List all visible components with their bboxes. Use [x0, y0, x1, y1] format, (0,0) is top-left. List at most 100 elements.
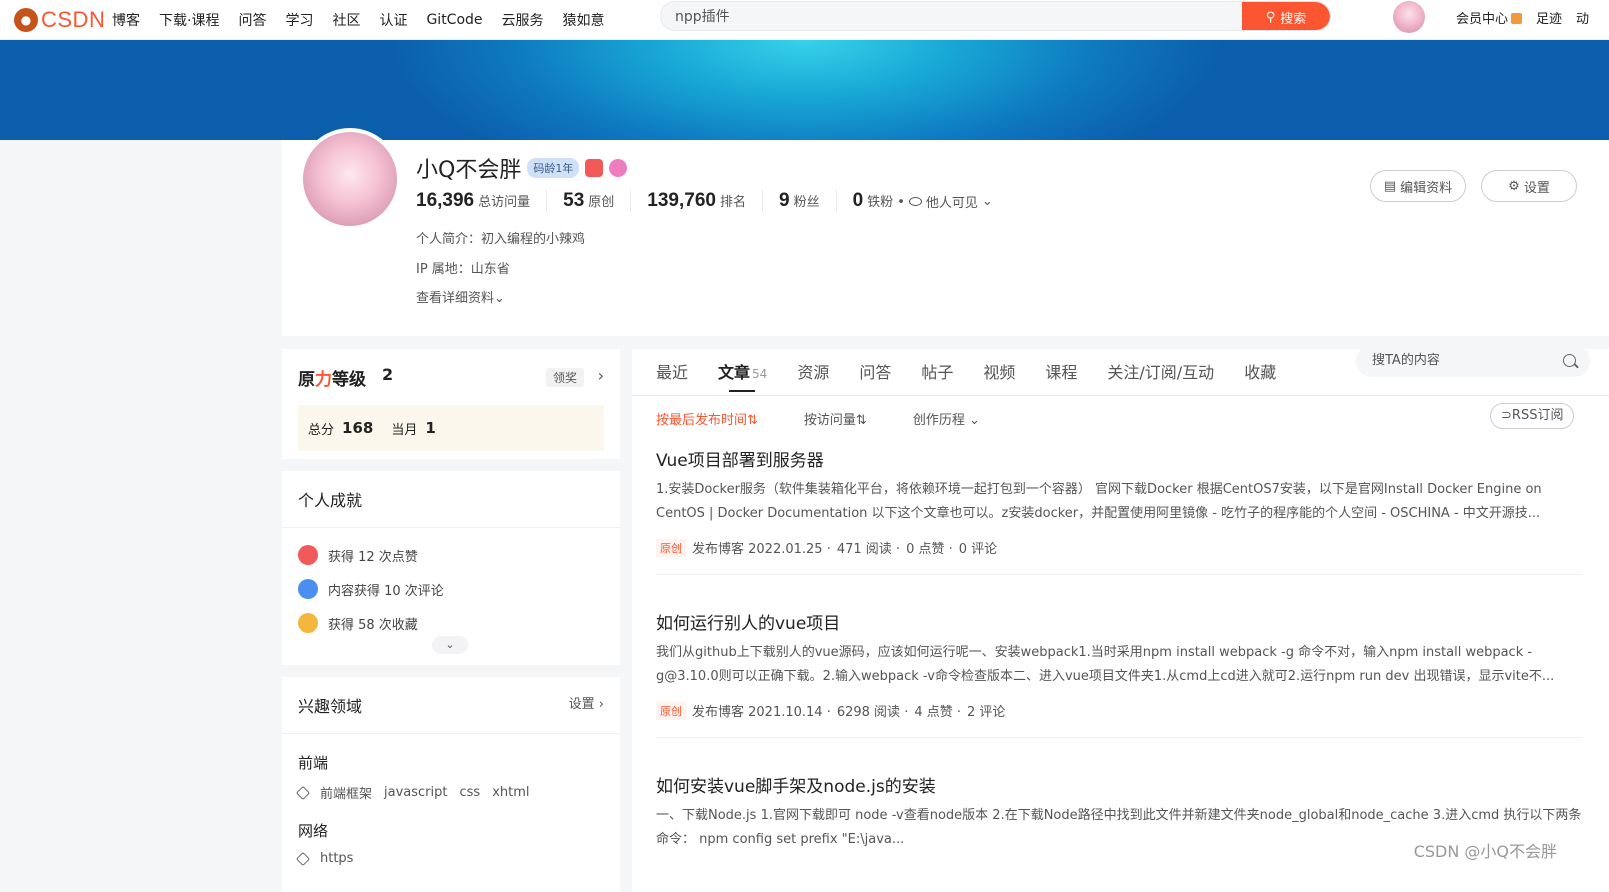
article-comments: 2 评论	[967, 705, 1006, 720]
tab-qa[interactable]: 问答	[859, 359, 891, 383]
stat-original[interactable]: 53 原创	[563, 190, 632, 212]
content-search[interactable]: 搜TA的内容	[1356, 345, 1590, 377]
code-age-badge[interactable]: 码龄1年	[527, 158, 580, 178]
nav-gitcode[interactable]: GitCode	[426, 12, 482, 28]
stat-iron-fans[interactable]: 0 铁粉 • 他人可见 ⌄	[853, 190, 1009, 212]
visibility-label: 他人可见	[925, 196, 978, 211]
interest-tag[interactable]: 前端框架	[320, 783, 372, 802]
nav-learn[interactable]: 学习	[285, 10, 313, 30]
level-title-suffix: 等级	[332, 370, 366, 390]
nav-yuanruyi[interactable]: 猿如意	[563, 10, 605, 30]
nav-download-course[interactable]: 下载·课程	[159, 10, 219, 30]
stat-value: 16,396	[416, 190, 475, 211]
activity-link[interactable]: 动	[1576, 8, 1589, 27]
main-nav: 博客 下载·课程 问答 学习 社区 认证 GitCode 云服务 猿如意	[112, 0, 605, 40]
watermark: CSDN @小Q不会胖	[1413, 842, 1557, 861]
tab-videos[interactable]: 视频	[983, 359, 1015, 383]
interest-tag[interactable]: xhtml	[492, 785, 529, 800]
stat-visits[interactable]: 16,396 总访问量	[416, 190, 548, 212]
profile-stats: 16,396 总访问量 53 原创 139,760 排名 9 粉丝 0 铁粉 • 他人可见…	[416, 190, 1025, 212]
profile-name-row: 小Q不会胖 码龄1年	[416, 152, 628, 184]
interest-tag[interactable]: javascript	[384, 785, 447, 800]
tabs-divider	[632, 395, 1609, 396]
total-score-label: 总分	[308, 422, 335, 438]
stat-fans[interactable]: 9 粉丝	[779, 190, 837, 212]
interest-tag[interactable]: https	[320, 851, 353, 866]
gift-icon	[1511, 12, 1523, 24]
achievements-card: 个人成就 获得 12 次点赞 内容获得 10 次评论 获得 58 次收藏 ⌄	[282, 471, 620, 665]
tab-resources[interactable]: 资源	[797, 359, 829, 383]
sort-by-views[interactable]: 按访问量⇅	[804, 409, 867, 428]
achievement-text: 获得 12 次点赞	[328, 549, 418, 565]
tab-articles-label: 文章	[718, 363, 751, 382]
vip-center-link[interactable]: 会员中心	[1456, 8, 1523, 27]
global-search: ⚲ 搜索	[660, 1, 1331, 31]
search-button[interactable]: ⚲ 搜索	[1242, 2, 1330, 30]
profile-more-link[interactable]: 查看详细资料⌄	[416, 287, 505, 306]
interest-tag[interactable]: css	[459, 785, 480, 800]
interest-category: 前端	[298, 754, 329, 772]
dot-separator: •	[897, 195, 905, 210]
achievement-comments: 内容获得 10 次评论	[282, 572, 620, 606]
tab-recent[interactable]: 最近	[656, 359, 688, 383]
interests-settings-link[interactable]: 设置 ›	[569, 693, 604, 717]
footprint-link[interactable]: 足迹	[1536, 8, 1562, 27]
settings-label: 设置	[1523, 180, 1550, 196]
logo-text: CSDN	[41, 7, 106, 32]
nav-certification[interactable]: 认证	[379, 10, 407, 30]
csdn-logo[interactable]: ● CSDN	[14, 7, 105, 33]
article-likes: 0 点赞 ·	[906, 542, 953, 557]
article-divider	[656, 737, 1583, 738]
active-tab-indicator	[729, 390, 755, 392]
search-icon[interactable]	[1563, 354, 1576, 367]
nav-community[interactable]: 社区	[332, 10, 360, 30]
tab-favorites[interactable]: 收藏	[1244, 359, 1276, 383]
tab-follow[interactable]: 关注/订阅/互动	[1107, 359, 1214, 383]
chevron-down-icon: ⌄	[981, 194, 993, 209]
gear-icon: ⚙	[1508, 178, 1520, 194]
medal-badge-icon[interactable]	[609, 159, 628, 177]
eye-icon	[908, 197, 922, 206]
profile-username: 小Q不会胖	[416, 158, 522, 183]
creation-history[interactable]: 创作历程 ⌄	[913, 409, 980, 428]
rss-icon: ⊃	[1501, 408, 1512, 423]
sort-by-time[interactable]: 按最后发布时间⇅	[656, 409, 758, 428]
expand-achievements-button[interactable]: ⌄	[432, 636, 468, 654]
interests-title: 兴趣领域	[298, 697, 363, 716]
article-title[interactable]: 如何运行别人的vue项目	[656, 609, 1583, 635]
claim-reward-link[interactable]: 领奖	[545, 368, 584, 387]
stat-value: 139,760	[647, 190, 716, 211]
article-title[interactable]: Vue项目部署到服务器	[656, 446, 1583, 472]
chevron-right-icon[interactable]: ›	[598, 366, 604, 385]
profile-banner	[0, 40, 1609, 140]
search-input[interactable]	[675, 2, 1215, 30]
tab-courses[interactable]: 课程	[1045, 359, 1077, 383]
stat-value: 9	[779, 190, 790, 211]
achievement-badge-icon[interactable]	[585, 159, 604, 177]
nav-qa[interactable]: 问答	[238, 10, 266, 30]
edit-profile-button[interactable]: ▤ 编辑资料	[1370, 170, 1466, 202]
sort-options: 按最后发布时间⇅ 按访问量⇅ 创作历程 ⌄	[656, 409, 980, 428]
stat-rank[interactable]: 139,760 排名	[647, 190, 763, 212]
tab-posts[interactable]: 帖子	[921, 359, 953, 383]
chevron-down-icon: ⌄	[494, 291, 505, 306]
nav-cloud[interactable]: 云服务	[502, 10, 544, 30]
profile-avatar[interactable]	[299, 128, 401, 230]
tag-icon	[295, 785, 311, 800]
nav-blog[interactable]: 博客	[112, 10, 140, 30]
stat-label: 排名	[719, 195, 746, 210]
rss-subscribe-button[interactable]: ⊃RSS订阅	[1490, 403, 1575, 429]
article-item[interactable]: Vue项目部署到服务器 1.安装Docker服务（软件集装箱化平台，将依赖环境一…	[656, 446, 1583, 575]
stat-label: 粉丝	[793, 195, 820, 210]
tab-articles[interactable]: 文章 54	[718, 359, 767, 383]
comment-icon	[298, 579, 318, 599]
article-title[interactable]: 如何安装vue脚手架及node.js的安装	[656, 772, 1583, 798]
visibility-dropdown[interactable]: 他人可见 ⌄	[908, 192, 993, 211]
user-avatar[interactable]	[1393, 1, 1425, 33]
article-item[interactable]: 如何运行别人的vue项目 我们从github上下载别人的vue源码，应该如何运行…	[656, 609, 1583, 738]
achievements-title: 个人成就	[282, 471, 620, 528]
settings-button[interactable]: ⚙ 设置	[1481, 170, 1577, 202]
interests-settings-label: 设置	[568, 697, 595, 712]
tab-articles-count: 54	[752, 367, 768, 381]
achievement-text: 获得 58 次收藏	[328, 617, 418, 633]
